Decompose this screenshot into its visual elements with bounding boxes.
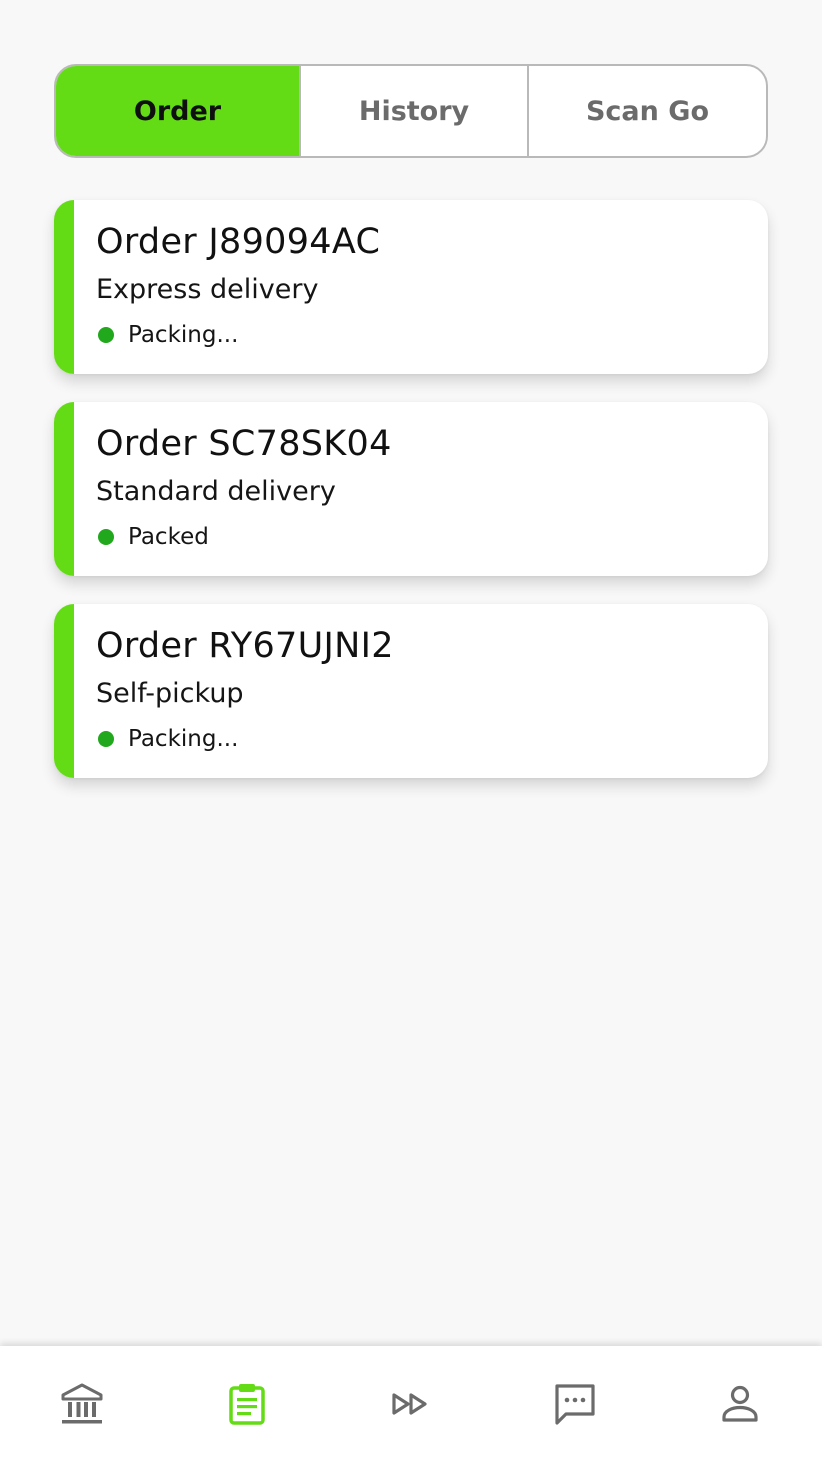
segmented-tabs: Order History Scan Go <box>54 64 768 158</box>
order-list: Order J89094AC Express delivery Packing.… <box>54 200 768 806</box>
bottom-navigation <box>0 1346 822 1462</box>
order-delivery-type: Self-pickup <box>96 678 244 709</box>
order-status-text: Packed <box>128 524 209 550</box>
nav-orders-button[interactable] <box>207 1364 287 1444</box>
bank-icon <box>61 1383 103 1424</box>
fast-forward-icon <box>392 1393 427 1415</box>
card-accent-bar <box>54 604 74 778</box>
order-title: Order SC78SK04 <box>96 424 392 464</box>
status-dot-icon <box>98 327 114 343</box>
tab-scan-go[interactable]: Scan Go <box>527 66 766 156</box>
card-accent-bar <box>54 200 74 374</box>
order-card[interactable]: Order SC78SK04 Standard delivery Packed <box>54 402 768 576</box>
order-title: Order RY67UJNI2 <box>96 626 394 666</box>
order-status: Packing... <box>98 322 238 348</box>
chat-icon <box>555 1384 595 1425</box>
nav-home-button[interactable] <box>42 1364 122 1444</box>
tab-history[interactable]: History <box>299 66 527 156</box>
nav-express-button[interactable] <box>371 1364 451 1444</box>
status-dot-icon <box>98 529 114 545</box>
order-title: Order J89094AC <box>96 222 381 262</box>
order-card[interactable]: Order RY67UJNI2 Self-pickup Packing... <box>54 604 768 778</box>
card-accent-bar <box>54 402 74 576</box>
order-status: Packed <box>98 524 209 550</box>
clipboard-icon <box>228 1384 265 1425</box>
nav-messages-button[interactable] <box>535 1364 615 1444</box>
order-status-text: Packing... <box>128 322 239 348</box>
order-status: Packing... <box>98 726 238 752</box>
order-delivery-type: Express delivery <box>96 274 319 305</box>
nav-profile-button[interactable] <box>700 1364 780 1444</box>
app-screen: Order History Scan Go Order J89094AC Exp… <box>0 0 822 1462</box>
person-icon <box>722 1385 758 1422</box>
order-status-text: Packing... <box>128 726 239 752</box>
status-dot-icon <box>98 731 114 747</box>
tab-order[interactable]: Order <box>56 66 299 156</box>
order-delivery-type: Standard delivery <box>96 476 336 507</box>
order-card[interactable]: Order J89094AC Express delivery Packing.… <box>54 200 768 374</box>
